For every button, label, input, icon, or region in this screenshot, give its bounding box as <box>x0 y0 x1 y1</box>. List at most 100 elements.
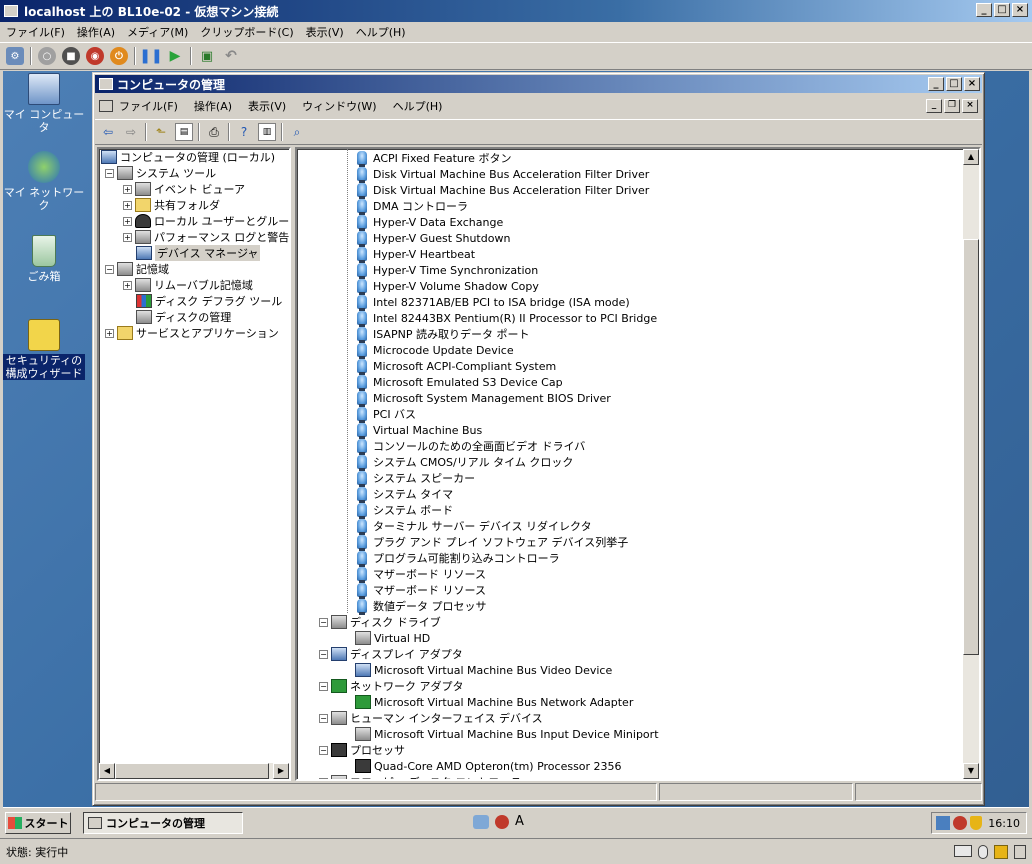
cm-close-button[interactable]: × <box>964 77 980 91</box>
scroll-right-button[interactable]: ▶ <box>273 763 289 779</box>
show-hide-tree-icon[interactable]: ▤ <box>175 123 193 141</box>
device-category[interactable]: − ディスク ドライブ <box>319 614 441 630</box>
tree-node-shared-folders[interactable]: + 共有フォルダ <box>123 197 220 213</box>
tree-node-system-tools[interactable]: − システム ツール <box>105 165 216 181</box>
device-item[interactable]: Disk Virtual Machine Bus Acceleration Fi… <box>355 182 649 199</box>
collapse-icon[interactable]: − <box>319 745 328 755</box>
tree-node-services-apps[interactable]: + サービスとアプリケーション <box>105 325 279 341</box>
expand-icon[interactable]: + <box>105 328 114 338</box>
device-item[interactable]: ACPI Fixed Feature ボタン <box>355 150 511 167</box>
device-item[interactable]: ターミナル サーバー デバイス リダイレクタ <box>355 518 592 535</box>
vm-menu-file[interactable]: ファイル(F) <box>6 24 65 40</box>
device-item[interactable]: Intel 82443BX Pentium(R) II Processor to… <box>355 310 657 327</box>
device-item[interactable]: Intel 82371AB/EB PCI to ISA bridge (ISA … <box>355 294 630 311</box>
start-vm-icon[interactable]: ○ <box>38 47 56 65</box>
device-item[interactable]: Hyper-V Data Exchange <box>355 214 503 231</box>
scroll-down-button[interactable]: ▼ <box>963 763 979 779</box>
device-item[interactable]: Microsoft Virtual Machine Bus Video Devi… <box>355 662 612 678</box>
desktop-icon-recycle-bin[interactable]: ごみ箱 <box>3 235 85 283</box>
device-list-vertical-scrollbar[interactable]: ▲ ▼ <box>963 149 979 779</box>
cm-menu-window[interactable]: ウィンドウ(W) <box>302 98 376 114</box>
tray-network-icon[interactable] <box>936 816 950 830</box>
expand-icon[interactable]: + <box>123 216 132 226</box>
scroll-left-button[interactable]: ◀ <box>99 763 115 779</box>
vm-menu-media[interactable]: メディア(M) <box>127 24 188 40</box>
print-icon[interactable]: ⎙ <box>205 123 223 141</box>
device-category[interactable]: − ディスプレイ アダプタ <box>319 646 463 662</box>
tree-node-removable-storage[interactable]: + リムーバブル記憶域 <box>123 277 253 293</box>
tree-node-disk-management[interactable]: ディスクの管理 <box>136 309 231 325</box>
device-item[interactable]: 数値データ プロセッサ <box>355 598 487 615</box>
cm-maximize-button[interactable]: □ <box>946 77 962 91</box>
back-icon[interactable]: ⇦ <box>99 123 117 141</box>
scroll-up-button[interactable]: ▲ <box>963 149 979 165</box>
device-item[interactable]: コンソールのための全画面ビデオ ドライバ <box>355 438 585 455</box>
device-item[interactable]: PCI バス <box>355 406 416 423</box>
ctrl-alt-del-icon[interactable]: ⚙ <box>6 47 24 65</box>
turn-off-icon[interactable]: ■ <box>62 47 80 65</box>
vm-close-button[interactable]: × <box>1012 3 1028 17</box>
input-method-icon[interactable] <box>473 814 489 829</box>
device-item[interactable]: Hyper-V Guest Shutdown <box>355 230 510 247</box>
device-item[interactable]: プラグ アンド プレイ ソフトウェア デバイス列挙子 <box>355 534 628 551</box>
cm-minimize-button[interactable]: _ <box>928 77 944 91</box>
up-one-level-icon[interactable]: ⬑ <box>152 123 170 141</box>
scroll-thumb[interactable] <box>115 763 269 779</box>
device-item[interactable]: Microsoft Virtual Machine Bus Network Ad… <box>355 694 633 710</box>
device-category[interactable]: +フロッピー ディスク コントローラ <box>319 774 521 779</box>
collapse-icon[interactable]: − <box>105 168 114 178</box>
tree-node-root[interactable]: コンピュータの管理 (ローカル) <box>101 149 275 165</box>
device-item[interactable]: ISAPNP 読み取りデータ ポート <box>355 326 529 343</box>
device-item[interactable]: Microcode Update Device <box>355 342 514 359</box>
mdi-restore-button[interactable]: ❐ <box>944 99 960 113</box>
device-item[interactable]: Microsoft System Management BIOS Driver <box>355 390 611 407</box>
resume-icon[interactable]: ▶ <box>166 47 184 65</box>
tray-security-icon[interactable] <box>953 816 967 830</box>
device-item[interactable]: Microsoft Virtual Machine Bus Input Devi… <box>355 726 659 742</box>
collapse-icon[interactable]: − <box>319 681 328 691</box>
save-state-icon[interactable]: ⏻ <box>110 47 128 65</box>
cm-menu-view[interactable]: 表示(V) <box>248 98 286 114</box>
device-item[interactable]: Microsoft ACPI-Compliant System <box>355 358 556 375</box>
pause-icon[interactable]: ❚❚ <box>139 47 162 65</box>
vm-menu-clipboard[interactable]: クリップボード(C) <box>200 24 293 40</box>
vm-menu-help[interactable]: ヘルプ(H) <box>356 24 406 40</box>
device-item[interactable]: マザーボード リソース <box>355 582 486 599</box>
taskbar-button-computer-management[interactable]: コンピュータの管理 <box>83 812 243 834</box>
vm-maximize-button[interactable]: □ <box>994 3 1010 17</box>
expand-icon[interactable]: + <box>123 232 132 242</box>
tray-shield-icon[interactable] <box>970 816 982 830</box>
shutdown-icon[interactable]: ◉ <box>86 47 104 65</box>
tree-node-event-viewer[interactable]: + イベント ビューア <box>123 181 245 197</box>
device-item[interactable]: プログラム可能割り込みコントローラ <box>355 550 560 567</box>
tree-node-perf-logs[interactable]: + パフォーマンス ログと警告 <box>123 229 289 245</box>
ime-status-icon[interactable] <box>495 814 509 829</box>
scroll-thumb[interactable] <box>963 239 979 655</box>
scan-hardware-icon[interactable]: ⌕ <box>288 123 306 141</box>
tree-horizontal-scrollbar[interactable]: ◀ ▶ <box>99 763 289 779</box>
device-item[interactable]: Hyper-V Volume Shadow Copy <box>355 278 539 295</box>
collapse-icon[interactable]: − <box>319 713 328 723</box>
device-item[interactable]: システム CMOS/リアル タイム クロック <box>355 454 573 471</box>
device-item[interactable]: システム ボード <box>355 502 453 519</box>
mdi-close-button[interactable]: × <box>962 99 978 113</box>
device-item[interactable]: Virtual HD <box>355 630 430 646</box>
device-category[interactable]: − ヒューマン インターフェイス デバイス <box>319 710 543 726</box>
vm-minimize-button[interactable]: _ <box>976 3 992 17</box>
desktop-icon-security-wizard[interactable]: セキュリティの構成ウィザード <box>3 319 85 380</box>
expand-icon[interactable]: + <box>319 777 328 779</box>
desktop-icon-my-computer[interactable]: マイ コンピュータ <box>3 73 85 134</box>
mdi-minimize-button[interactable]: _ <box>926 99 942 113</box>
device-item[interactable]: システム タイマ <box>355 486 453 503</box>
expand-icon[interactable]: + <box>123 200 132 210</box>
tree-node-device-manager[interactable]: デバイス マネージャ <box>136 245 261 261</box>
tree-node-local-users[interactable]: + ローカル ユーザーとグループ <box>123 213 289 229</box>
device-item[interactable]: Hyper-V Time Synchronization <box>355 262 538 279</box>
collapse-icon[interactable]: − <box>319 617 328 627</box>
forward-icon[interactable]: ⇨ <box>122 123 140 141</box>
device-category[interactable]: − ネットワーク アダプタ <box>319 678 464 694</box>
device-item[interactable]: Disk Virtual Machine Bus Acceleration Fi… <box>355 166 649 183</box>
tree-node-storage[interactable]: − 記憶域 <box>105 261 169 277</box>
device-item[interactable]: Quad-Core AMD Opteron(tm) Processor 2356 <box>355 758 622 774</box>
start-button[interactable]: スタート <box>5 811 71 834</box>
